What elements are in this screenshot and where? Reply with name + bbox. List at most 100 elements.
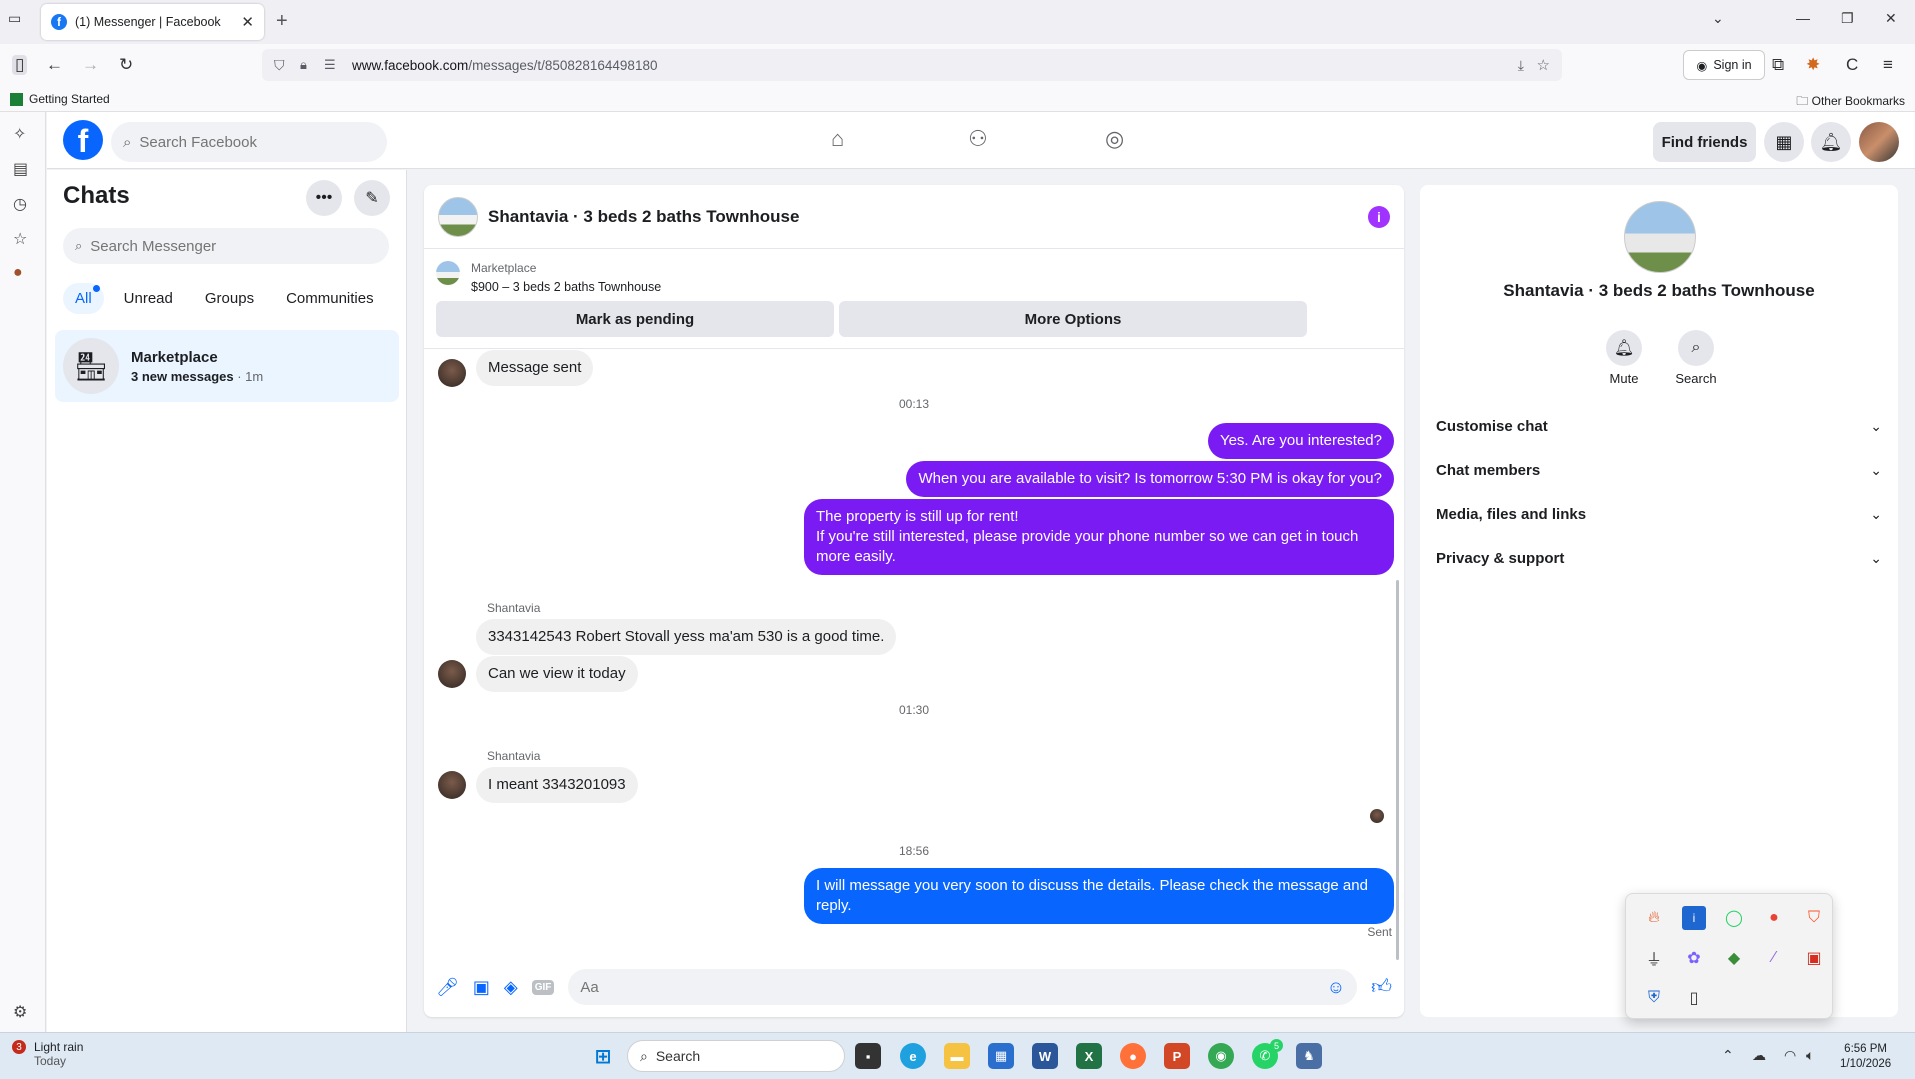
flame-app-icon[interactable]: 🔥︎ [1642, 906, 1666, 930]
bookmarks-icon[interactable]: ☆ [13, 229, 27, 249]
message-scrollbar[interactable] [1396, 580, 1399, 960]
listing-avatar[interactable] [438, 196, 478, 237]
filter-unread[interactable]: Unread [112, 283, 185, 314]
section-media-files-links[interactable]: Media, files and links ⌄ [1436, 496, 1882, 532]
microphone-icon[interactable]: 🎤︎ [436, 977, 459, 998]
reload-icon[interactable]: ↻ [119, 55, 133, 75]
show-hidden-icons-chevron[interactable]: ⌃ [1722, 1047, 1734, 1064]
emoji-icon[interactable]: ☺ [1327, 977, 1345, 998]
find-friends-button[interactable]: Find friends [1653, 122, 1756, 162]
sidebar-settings-icon[interactable]: ⚙ [13, 1002, 27, 1022]
filter-groups[interactable]: Groups [193, 283, 266, 314]
messenger-search[interactable]: ⌕ [63, 228, 389, 264]
app-icon[interactable]: ♞ [1296, 1043, 1322, 1069]
copilot-icon[interactable]: C [1846, 55, 1858, 75]
back-icon[interactable]: ← [46, 55, 63, 75]
firefox-icon[interactable]: ● [1120, 1043, 1146, 1069]
attach-photo-icon[interactable]: ▣ [473, 977, 490, 998]
chrome-icon[interactable]: ◉ [1208, 1043, 1234, 1069]
pen-tray-icon[interactable]: ∕ [1762, 946, 1786, 970]
synced-tabs-icon[interactable]: ▤ [13, 159, 28, 179]
gif-icon[interactable]: GIF [531, 979, 555, 995]
sidebar-toggle-icon[interactable]: ▯ [12, 55, 28, 75]
taskbar-search[interactable]: ⌕ Search [627, 1040, 845, 1072]
cookie-extension-icon[interactable]: ● [13, 264, 23, 282]
history-icon[interactable]: ◷ [13, 194, 27, 214]
chrome-tray-icon[interactable]: ● [1762, 906, 1786, 930]
groups-icon[interactable]: ◎ [1105, 126, 1124, 152]
weather-widget[interactable]: 3 Light rain Today [12, 1040, 83, 1068]
close-window-icon[interactable]: ✕ [1885, 10, 1897, 27]
device-tray-icon[interactable]: ▯ [1682, 986, 1706, 1010]
clock[interactable]: 6:56 PM 1/10/2026 [1840, 1042, 1891, 1072]
tab-list-icon[interactable]: ▭ [8, 10, 21, 27]
conversation-marketplace[interactable]: 🏪︎ Marketplace 3 new messages · 1m [55, 330, 399, 402]
ai-chat-icon[interactable]: ✧ [13, 124, 26, 144]
new-tab-icon[interactable]: + [276, 10, 288, 33]
minimize-window-icon[interactable]: — [1796, 10, 1810, 26]
info-icon[interactable]: i [1368, 205, 1390, 228]
volume-icon[interactable]: 🔈︎ [1806, 1047, 1814, 1064]
search-conversation-button[interactable]: ⌕ Search [1666, 330, 1726, 386]
menu-grid-icon[interactable]: ▦ [1764, 122, 1804, 162]
conversation-title[interactable]: Shantavia · 3 beds 2 baths Townhouse [488, 207, 1358, 227]
security-tray-icon[interactable]: ⛨ [1642, 986, 1666, 1010]
onedrive-offline-icon[interactable]: ☁ [1752, 1047, 1766, 1064]
start-windows-icon[interactable]: ⊞ [590, 1043, 616, 1069]
section-privacy-support[interactable]: Privacy & support ⌄ [1436, 540, 1882, 576]
details-avatar[interactable] [1624, 201, 1696, 273]
mute-button[interactable]: 🔔︎ Mute [1594, 330, 1654, 386]
wifi-icon[interactable]: ◠ [1784, 1047, 1796, 1064]
forward-icon[interactable]: → [82, 55, 99, 75]
more-options-button[interactable]: More Options [839, 301, 1307, 337]
sign-in-button[interactable]: ◉ Sign in [1683, 50, 1765, 80]
message-input-field[interactable]: ☺ [568, 969, 1358, 1005]
new-message-icon[interactable]: ✎ [354, 180, 390, 216]
permissions-icon[interactable]: ☰ [324, 57, 336, 73]
filter-communities[interactable]: Communities [274, 283, 386, 314]
save-page-icon[interactable]: ⤓ [1518, 57, 1524, 74]
sticker-icon[interactable]: ◈ [504, 977, 518, 998]
excel-icon[interactable]: X [1076, 1043, 1102, 1069]
filter-all[interactable]: All [63, 283, 104, 314]
bookmark-getting-started[interactable]: Getting Started [10, 92, 110, 106]
task-view-icon[interactable]: ▪ [855, 1043, 881, 1069]
extension-icon[interactable]: ✸ [1806, 55, 1820, 75]
info-app-icon[interactable]: i [1682, 906, 1706, 930]
notifications-bell-icon[interactable]: 🔔︎ [1811, 122, 1851, 162]
facebook-logo-icon[interactable]: f [63, 120, 103, 160]
restore-window-icon[interactable]: ❐ [1841, 10, 1854, 27]
facebook-search-input[interactable] [139, 133, 387, 151]
edge-icon[interactable]: e [900, 1043, 926, 1069]
extensions-icon[interactable]: ⧉ [1772, 55, 1784, 75]
list-all-tabs-icon[interactable]: ⌄ [1712, 10, 1724, 27]
lock-icon[interactable]: 🔒︎ [300, 57, 307, 73]
usb-tray-icon[interactable]: ⏚ [1642, 946, 1666, 970]
file-explorer-icon[interactable]: ▬ [944, 1043, 970, 1069]
section-customise-chat[interactable]: Customise chat ⌄ [1436, 408, 1882, 444]
profile-avatar[interactable] [1859, 122, 1899, 162]
browser-tab-messenger[interactable]: f (1) Messenger | Facebook ✕ [41, 4, 264, 40]
friends-icon[interactable]: ⚇ [968, 126, 988, 152]
acrobat-tray-icon[interactable]: ▣ [1802, 946, 1826, 970]
messenger-search-input[interactable] [90, 237, 389, 255]
powerpoint-icon[interactable]: P [1164, 1043, 1190, 1069]
bookmark-star-icon[interactable]: ☆ [1537, 56, 1550, 74]
brave-tray-icon[interactable]: ⛉ [1802, 906, 1826, 930]
thumbs-up-icon[interactable]: 👍︎ [1371, 975, 1392, 999]
close-tab-icon[interactable]: ✕ [241, 13, 254, 31]
other-bookmarks[interactable]: 🗀︎ Other Bookmarks [1796, 92, 1905, 113]
whatsapp-tray-icon[interactable]: ◯ [1722, 906, 1746, 930]
message-input[interactable] [580, 978, 1319, 996]
home-icon[interactable]: ⌂ [831, 126, 844, 152]
store-icon[interactable]: ▦ [988, 1043, 1014, 1069]
listing-title[interactable]: $900 – 3 beds 2 baths Townhouse [471, 280, 661, 294]
word-icon[interactable]: W [1032, 1043, 1058, 1069]
url-bar[interactable]: ⛉ 🔒︎ ☰ www.facebook.com/messages/t/85082… [262, 49, 1562, 81]
office-tray-icon[interactable]: ◆ [1722, 946, 1746, 970]
shield-icon[interactable]: ⛉ [274, 57, 285, 74]
chats-options-icon[interactable]: ••• [306, 180, 342, 216]
mark-as-pending-button[interactable]: Mark as pending [436, 301, 834, 337]
section-chat-members[interactable]: Chat members ⌄ [1436, 452, 1882, 488]
copilot-tray-icon[interactable]: ✿ [1682, 946, 1706, 970]
